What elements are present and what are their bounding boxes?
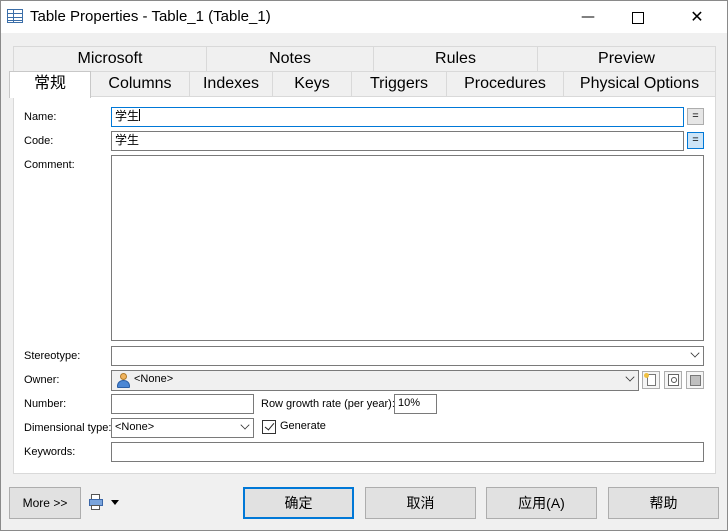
- table-properties-dialog: Table Properties - Table_1 (Table_1) — ✕…: [0, 0, 728, 531]
- caret-down-icon: [111, 500, 119, 505]
- code-equals-button[interactable]: =: [687, 132, 704, 149]
- tab-columns[interactable]: Columns: [90, 71, 190, 96]
- keywords-label: Keywords:: [24, 446, 76, 458]
- printer-icon: [89, 494, 103, 510]
- owner-combobox[interactable]: <None>: [111, 370, 639, 391]
- more-button[interactable]: More >>: [9, 487, 81, 519]
- code-input[interactable]: 学生: [111, 131, 684, 151]
- chevron-down-icon: [625, 372, 635, 382]
- dimensional-type-value: <None>: [115, 421, 155, 433]
- number-label: Number:: [24, 398, 67, 410]
- maximize-button[interactable]: [615, 1, 661, 33]
- name-equals-button[interactable]: =: [687, 108, 704, 125]
- code-value: 学生: [115, 133, 140, 147]
- comment-label: Comment:: [24, 159, 75, 171]
- tab-general[interactable]: 常规: [9, 71, 91, 98]
- owner-label: Owner:: [24, 374, 60, 386]
- tab-triggers[interactable]: Triggers: [351, 71, 447, 96]
- close-button[interactable]: ✕: [674, 1, 720, 33]
- tab-rules[interactable]: Rules: [373, 46, 538, 71]
- title-bar: Table Properties - Table_1 (Table_1) — ✕: [1, 1, 727, 33]
- user-icon: [117, 373, 130, 388]
- owner-value: <None>: [134, 373, 174, 385]
- dimensional-type-label: Dimensional type:: [24, 422, 112, 434]
- chevron-down-icon: [690, 348, 700, 358]
- comment-textarea[interactable]: [111, 155, 704, 341]
- keywords-input[interactable]: [111, 442, 704, 462]
- cancel-button[interactable]: 取消: [365, 487, 476, 519]
- checkmark-icon: [264, 420, 275, 431]
- apply-button[interactable]: 应用(A): [486, 487, 597, 519]
- maximize-icon: [632, 11, 644, 24]
- tab-physical-options[interactable]: Physical Options: [563, 71, 716, 96]
- name-label: Name:: [24, 111, 57, 123]
- tab-procedures[interactable]: Procedures: [446, 71, 564, 96]
- code-label: Code:: [24, 135, 54, 147]
- name-input[interactable]: 学生: [111, 107, 684, 127]
- table-icon: [7, 9, 23, 23]
- generate-label: Generate: [280, 420, 326, 432]
- tab-preview[interactable]: Preview: [537, 46, 716, 71]
- dimensional-type-combobox[interactable]: <None>: [111, 418, 254, 438]
- number-input[interactable]: [111, 394, 254, 414]
- row-growth-value: 10%: [398, 397, 421, 409]
- name-value: 学生: [115, 109, 140, 123]
- help-button[interactable]: 帮助: [608, 487, 719, 519]
- row-growth-input[interactable]: 10%: [394, 394, 437, 414]
- tab-notes[interactable]: Notes: [206, 46, 374, 71]
- row-growth-label: Row growth rate (per year):: [261, 398, 395, 410]
- tab-keys[interactable]: Keys: [272, 71, 352, 96]
- tab-indexes[interactable]: Indexes: [189, 71, 273, 96]
- stereotype-combobox[interactable]: [111, 346, 704, 366]
- generate-checkbox[interactable]: [262, 420, 276, 434]
- properties-owner-button[interactable]: [664, 371, 682, 389]
- close-icon: ✕: [690, 7, 704, 26]
- new-owner-button[interactable]: [642, 371, 660, 389]
- window-title: Table Properties - Table_1 (Table_1): [30, 8, 271, 25]
- stereotype-label: Stereotype:: [24, 350, 81, 362]
- minimize-icon: —: [581, 9, 595, 25]
- chevron-down-icon: [240, 420, 250, 430]
- ok-button[interactable]: 确定: [243, 487, 354, 519]
- print-dropdown-button[interactable]: [87, 493, 123, 513]
- minimize-button[interactable]: —: [565, 1, 611, 33]
- tab-microsoft[interactable]: Microsoft: [13, 46, 207, 71]
- select-icon: [690, 375, 701, 386]
- select-owner-button[interactable]: [686, 371, 704, 389]
